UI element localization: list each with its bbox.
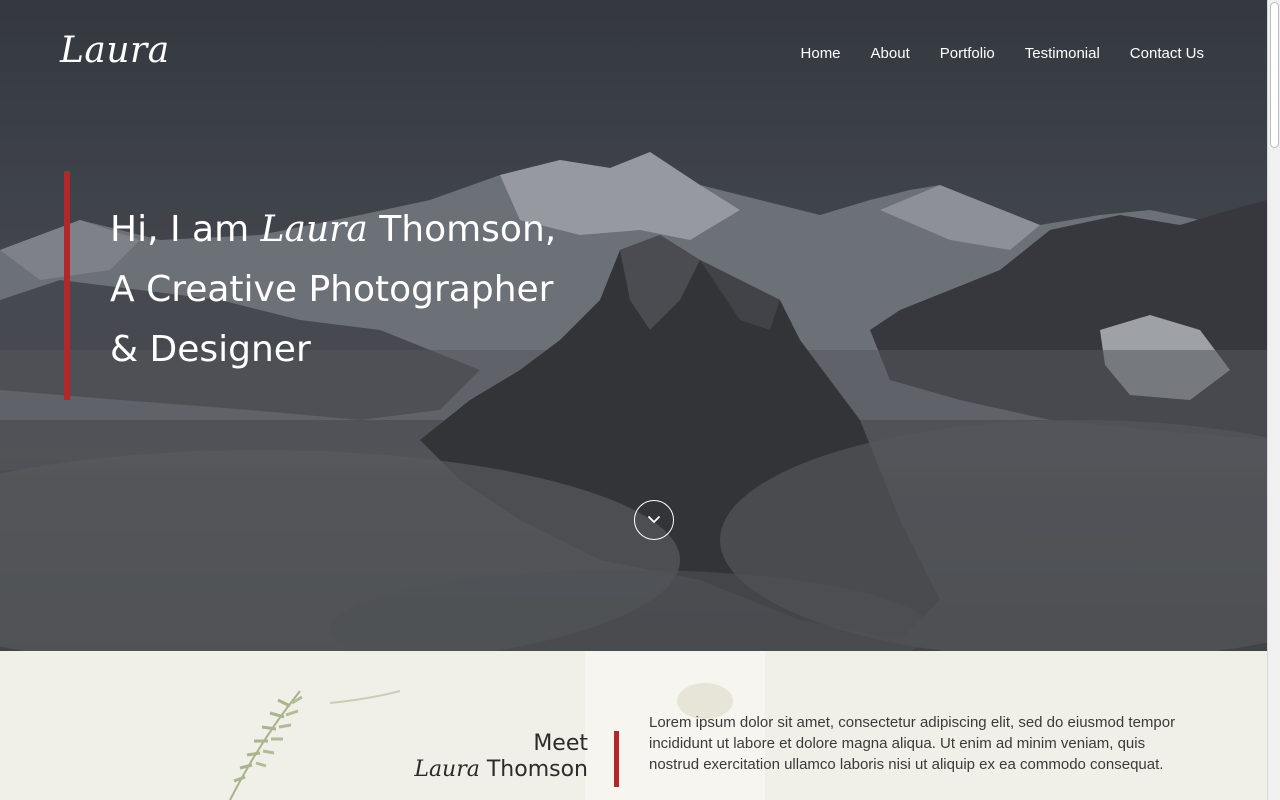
page: Laura Home About Portfolio Testimonial C… xyxy=(0,0,1267,800)
nav-home[interactable]: Home xyxy=(801,45,841,62)
about-title: Meet Laura Thomson xyxy=(414,731,588,783)
nav-portfolio[interactable]: Portfolio xyxy=(940,45,995,62)
hero-line-2: A Creative Photographer xyxy=(110,269,554,310)
about-description: Lorem ipsum dolor sit amet, consectetur … xyxy=(649,714,1176,773)
hero-greeting-prefix: Hi, I am xyxy=(110,209,261,250)
hero-greeting-suffix: Thomson, xyxy=(367,209,557,250)
about-name-script: Laura xyxy=(414,757,480,782)
site-logo[interactable]: Laura xyxy=(60,30,170,71)
about-accent-bar xyxy=(614,731,619,787)
hero-heading: Hi, I am Laura Thomson, A Creative Photo… xyxy=(110,200,556,380)
scrollbar-thumb[interactable] xyxy=(1270,2,1279,148)
about-name: Laura Thomson xyxy=(414,757,588,783)
hero-line-1: Hi, I am Laura Thomson, xyxy=(110,200,556,260)
hero-accent-bar xyxy=(64,171,70,400)
about-meet-label: Meet xyxy=(533,731,588,756)
nav-testimonial[interactable]: Testimonial xyxy=(1025,45,1100,62)
hero-section: Laura Home About Portfolio Testimonial C… xyxy=(0,0,1267,651)
scroll-down-button[interactable] xyxy=(634,500,674,540)
about-section: Meet Laura Thomson Lorem ipsum dolor sit… xyxy=(0,651,1267,800)
nav-contact-us[interactable]: Contact Us xyxy=(1130,45,1204,62)
about-name-rest: Thomson xyxy=(479,757,588,782)
nav-about[interactable]: About xyxy=(871,45,910,62)
chevron-down-icon xyxy=(648,516,660,523)
main-nav: Home About Portfolio Testimonial Contact… xyxy=(771,45,1204,62)
hero-greeting-script-name: Laura xyxy=(260,209,368,250)
page-scrollbar[interactable] xyxy=(1267,0,1280,800)
hero-line-3: & Designer xyxy=(110,329,311,370)
